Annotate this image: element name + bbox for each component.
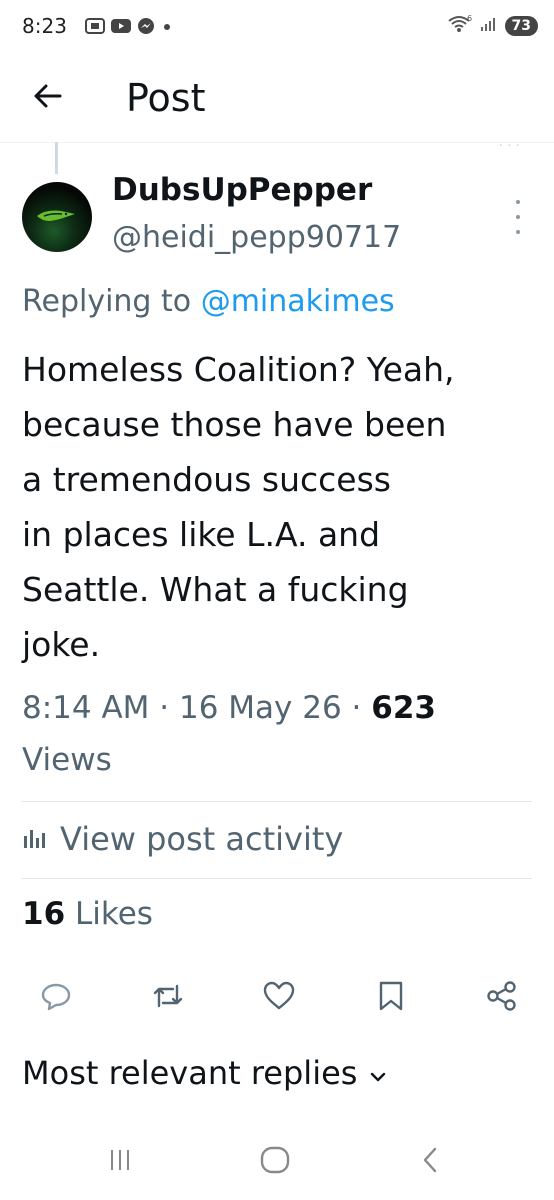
post-text: Homeless Coalition? Yeah, because those … [22, 350, 455, 664]
speech-bubble-icon [40, 980, 72, 1016]
bookmark-button[interactable] [373, 980, 409, 1016]
view-post-activity-label: View post activity [60, 820, 344, 858]
notification-icons [84, 16, 174, 40]
likes-label: Likes [75, 896, 153, 932]
wifi-icon: 6 [447, 14, 473, 38]
reply-sort-dropdown[interactable]: Most relevant replies [22, 1054, 387, 1092]
status-bar: 8:23 6 73 [0, 0, 554, 56]
messenger-icon [136, 16, 156, 40]
like-button[interactable] [261, 980, 297, 1016]
post-meta: 8:14 AM · 16 May 26 · 623 Views [22, 690, 436, 778]
header: Post [0, 56, 554, 143]
share-icon [485, 980, 519, 1016]
likes-summary[interactable]: 16 Likes [22, 896, 153, 932]
post-actions-bar [38, 978, 520, 1018]
wifi-label: 6 [467, 14, 472, 23]
post-date[interactable]: 16 May 26 [179, 690, 342, 726]
signal-icon [479, 15, 499, 37]
replying-mention-link[interactable]: @minakimes [201, 284, 395, 319]
views-count: 623 [371, 690, 436, 726]
system-icons: 6 73 [447, 14, 538, 38]
bar-chart-icon [22, 820, 48, 858]
divider [22, 801, 532, 802]
home-button[interactable] [255, 1142, 295, 1182]
recent-apps-button[interactable] [100, 1142, 140, 1182]
more-vertical-icon [516, 200, 520, 204]
chevron-down-icon [369, 1054, 387, 1092]
heart-icon [262, 980, 296, 1016]
dot-icon [160, 19, 174, 38]
back-button[interactable] [26, 76, 70, 120]
more-options-button[interactable] [506, 200, 530, 234]
reply-button[interactable] [38, 980, 74, 1016]
repost-button[interactable] [150, 980, 186, 1016]
battery-indicator: 73 [504, 16, 538, 36]
post-time[interactable]: 8:14 AM [22, 690, 149, 726]
home-icon [259, 1145, 291, 1179]
view-post-activity-button[interactable]: View post activity [22, 820, 343, 858]
divider [22, 878, 532, 879]
back-nav-button[interactable] [410, 1142, 450, 1182]
youtube-icon [110, 17, 132, 39]
replying-prefix: Replying to [22, 284, 192, 319]
likes-count: 16 [22, 896, 66, 932]
faded-overflow-indicator: ··· [498, 138, 524, 154]
replying-to: Replying to @minakimes [22, 284, 395, 319]
recent-apps-icon [105, 1146, 135, 1178]
status-time: 8:23 [22, 14, 67, 38]
author-handle[interactable]: @heidi_pepp90717 [112, 220, 401, 255]
views-label: Views [22, 742, 112, 778]
screenshot-icon [84, 17, 106, 39]
reply-sort-label: Most relevant replies [22, 1054, 358, 1092]
thread-connector-line [55, 142, 58, 174]
system-navigation-bar [0, 1130, 554, 1190]
bookmark-icon [377, 980, 405, 1016]
page-title: Post [126, 76, 206, 120]
arrow-left-icon [33, 83, 63, 113]
share-button[interactable] [484, 980, 520, 1016]
seahawks-logo-icon [37, 210, 75, 221]
author-name[interactable]: DubsUpPepper [112, 172, 372, 208]
avatar[interactable] [22, 182, 92, 252]
chevron-left-icon [418, 1145, 442, 1179]
repost-icon [151, 980, 185, 1016]
